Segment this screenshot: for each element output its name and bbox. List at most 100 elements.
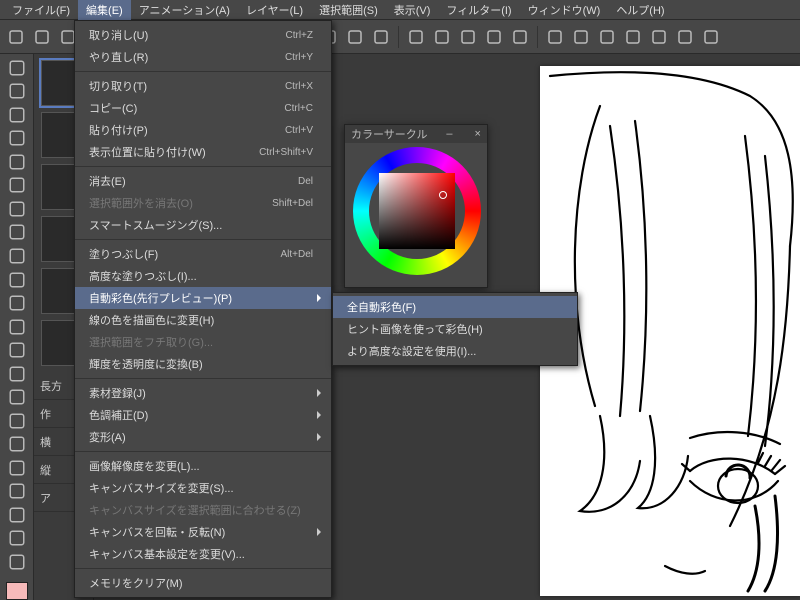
menu-item-label: 表示位置に貼り付け(W) xyxy=(89,144,239,160)
menu-アニメーション[interactable]: アニメーション(A) xyxy=(131,0,238,20)
shape-tool[interactable] xyxy=(5,387,29,407)
mirror-button[interactable] xyxy=(673,25,697,49)
menu-item[interactable]: コピー(C)Ctrl+C xyxy=(75,97,331,119)
zoomin-button[interactable] xyxy=(404,25,428,49)
menu-item-shortcut: Ctrl+Y xyxy=(285,52,313,63)
menu-item-label: 切り取り(T) xyxy=(89,78,265,94)
menu-item-label: キャンバスを回転・反転(N) xyxy=(89,524,313,540)
flip-button[interactable] xyxy=(647,25,671,49)
menu-item[interactable]: やり直し(R)Ctrl+Y xyxy=(75,46,331,68)
menu-表示[interactable]: 表示(V) xyxy=(386,0,439,20)
menu-item-shortcut: Shift+Del xyxy=(272,198,313,209)
fit-button[interactable] xyxy=(508,25,532,49)
menu-item[interactable]: キャンバスを回転・反転(N) xyxy=(75,521,331,543)
mix-tool[interactable] xyxy=(5,317,29,337)
pen-tool[interactable] xyxy=(5,199,29,219)
submenu-item[interactable]: 全自動彩色(F) xyxy=(333,296,577,318)
menu-item-label: コピー(C) xyxy=(89,100,264,116)
grad-tool[interactable] xyxy=(5,364,29,384)
sv-cursor[interactable] xyxy=(439,191,447,199)
minimize-icon[interactable]: – xyxy=(446,128,455,140)
zoom-tool[interactable] xyxy=(5,552,29,572)
menu-item[interactable]: 線の色を描画色に変更(H) xyxy=(75,309,331,331)
magnify-tool[interactable] xyxy=(5,58,29,78)
lasso-tool[interactable] xyxy=(5,129,29,149)
menu-item-label: 画像解像度を変更(L)... xyxy=(89,458,313,474)
airbrush-tool[interactable] xyxy=(5,246,29,266)
menu-item[interactable]: 素材登録(J) xyxy=(75,382,331,404)
menu-item[interactable]: 消去(E)Del xyxy=(75,170,331,192)
hand-tool[interactable] xyxy=(5,529,29,549)
submenu-item-label: より高度な設定を使用(I)... xyxy=(347,343,559,359)
menu-item-shortcut: Alt+Del xyxy=(280,249,313,260)
submenu-item[interactable]: より高度な設定を使用(I)... xyxy=(333,340,577,362)
menu-item-shortcut: Del xyxy=(298,176,313,187)
menu-編集[interactable]: 編集(E) xyxy=(78,0,131,20)
menu-item[interactable]: 色調補正(D) xyxy=(75,404,331,426)
menu-item[interactable]: キャンバス基本設定を変更(V)... xyxy=(75,543,331,565)
grid-button[interactable] xyxy=(569,25,593,49)
menu-ウィンドウ[interactable]: ウィンドウ(W) xyxy=(520,0,609,20)
eyedrop-tool[interactable] xyxy=(5,176,29,196)
crop-button[interactable] xyxy=(543,25,567,49)
blend-tool[interactable] xyxy=(5,270,29,290)
menu-レイヤー[interactable]: レイヤー(L) xyxy=(238,0,311,20)
color-circle-body[interactable] xyxy=(345,143,487,289)
menu-item[interactable]: 取り消し(U)Ctrl+Z xyxy=(75,24,331,46)
menu-item-shortcut: Ctrl+Z xyxy=(286,30,314,41)
menu-item[interactable]: 自動彩色(先行プレビュー)(P) xyxy=(75,287,331,309)
anchor-button[interactable] xyxy=(343,25,367,49)
fill-tool[interactable] xyxy=(5,340,29,360)
menu-ファイル[interactable]: ファイル(F) xyxy=(4,0,78,20)
menu-item[interactable]: スマートスムージング(S)... xyxy=(75,214,331,236)
new-button[interactable] xyxy=(4,25,28,49)
menu-item[interactable]: 貼り付け(P)Ctrl+V xyxy=(75,119,331,141)
menu-item-label: 線の色を描画色に変更(H) xyxy=(89,312,313,328)
menu-item-label: 貼り付け(P) xyxy=(89,122,265,138)
frame-tool[interactable] xyxy=(5,411,29,431)
move-tool[interactable] xyxy=(5,82,29,102)
auto-colorize-submenu: 全自動彩色(F) ヒント画像を使って彩色(H) より高度な設定を使用(I)... xyxy=(332,292,578,366)
menu-選択範囲[interactable]: 選択範囲(S) xyxy=(311,0,386,20)
foreground-color-swatch[interactable] xyxy=(6,582,28,600)
eraser-tool[interactable] xyxy=(5,293,29,313)
menu-item-label: キャンバスサイズを選択範囲に合わせる(Z) xyxy=(89,502,313,518)
panel-titlebar[interactable]: カラーサークル – × xyxy=(345,125,487,143)
menu-item[interactable]: 画像解像度を変更(L)... xyxy=(75,455,331,477)
menu-item[interactable]: 変形(A) xyxy=(75,426,331,448)
brush-tool[interactable] xyxy=(5,223,29,243)
submenu-item-label: ヒント画像を使って彩色(H) xyxy=(347,321,559,337)
slice-tool[interactable] xyxy=(5,505,29,525)
menu-item[interactable]: メモリをクリア(M) xyxy=(75,572,331,594)
menu-フィルター[interactable]: フィルター(I) xyxy=(438,0,519,20)
menu-ヘルプ[interactable]: ヘルプ(H) xyxy=(608,0,672,20)
layers-button[interactable] xyxy=(369,25,393,49)
text-tool[interactable] xyxy=(5,458,29,478)
canvas[interactable] xyxy=(540,66,800,596)
wand-tool[interactable] xyxy=(5,152,29,172)
menu-item[interactable]: 輝度を透明度に変換(B) xyxy=(75,353,331,375)
snap-button[interactable] xyxy=(621,25,645,49)
marquee-tool[interactable] xyxy=(5,105,29,125)
ruler-tool[interactable] xyxy=(5,435,29,455)
menu-item: 選択範囲外を消去(O)Shift+Del xyxy=(75,192,331,214)
panel-title: カラーサークル xyxy=(351,126,427,142)
guide-button[interactable] xyxy=(595,25,619,49)
submenu-item[interactable]: ヒント画像を使って彩色(H) xyxy=(333,318,577,340)
close-icon[interactable]: × xyxy=(475,128,481,140)
menu-item[interactable]: 表示位置に貼り付け(W)Ctrl+Shift+V xyxy=(75,141,331,163)
dup-button[interactable] xyxy=(456,25,480,49)
pref-button[interactable] xyxy=(699,25,723,49)
menu-item[interactable]: 切り取り(T)Ctrl+X xyxy=(75,75,331,97)
print-button[interactable] xyxy=(430,25,454,49)
menu-item-label: 色調補正(D) xyxy=(89,407,313,423)
balloon-tool[interactable] xyxy=(5,482,29,502)
rot-button[interactable] xyxy=(482,25,506,49)
menu-item[interactable]: 高度な塗りつぶし(I)... xyxy=(75,265,331,287)
color-circle-panel[interactable]: カラーサークル – × xyxy=(344,124,488,288)
menu-item[interactable]: 塗りつぶし(F)Alt+Del xyxy=(75,243,331,265)
sv-box[interactable] xyxy=(379,173,455,249)
submenu-item-label: 全自動彩色(F) xyxy=(347,299,559,315)
open-button[interactable] xyxy=(30,25,54,49)
menu-item[interactable]: キャンバスサイズを変更(S)... xyxy=(75,477,331,499)
